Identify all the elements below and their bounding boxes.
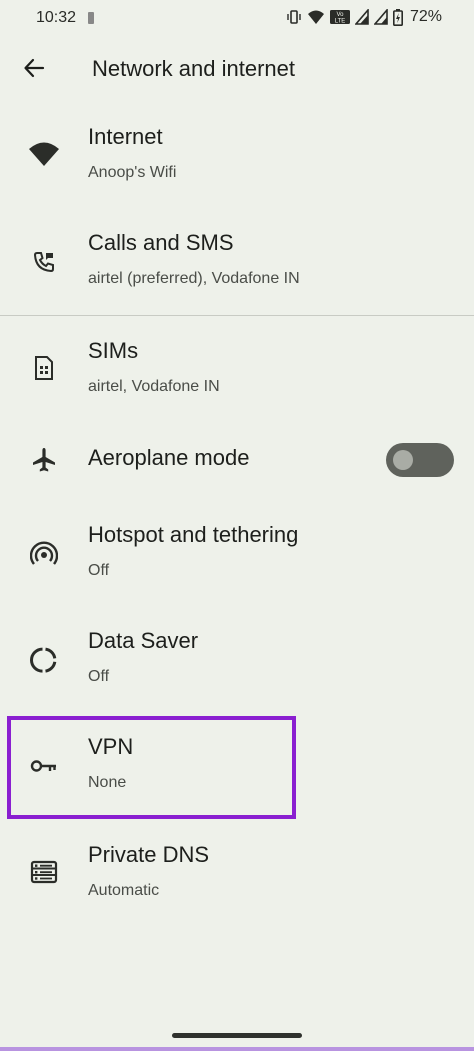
list-item-title: Aeroplane mode — [88, 445, 250, 470]
list-item-subtitle: Off — [88, 562, 110, 579]
status-icons: Vo LTE 72% — [286, 8, 442, 26]
list-item-title: Calls and SMS — [88, 230, 234, 255]
svg-text:Vo: Vo — [336, 12, 344, 18]
list-item-title: Data Saver — [88, 628, 199, 653]
list-item-subtitle: Off — [88, 668, 110, 685]
list-item-subtitle: airtel (preferred), Vodafone IN — [88, 270, 300, 287]
hotspot-icon — [26, 536, 62, 572]
list-item-calls-sms[interactable]: Calls and SMS airtel (preferred), Vodafo… — [0, 222, 474, 312]
signal-icon — [354, 9, 369, 25]
section-divider — [0, 315, 474, 316]
status-bar: 10:32 Vo LTE 72% — [0, 0, 474, 36]
list-item-data-saver[interactable]: Data Saver Off — [0, 620, 474, 710]
list-item-title: Hotspot and tethering — [88, 522, 299, 547]
battery-charging-icon — [392, 8, 403, 26]
status-time: 10:32 — [36, 9, 77, 26]
list-item-subtitle: airtel, Vodafone IN — [88, 378, 220, 395]
call-sms-icon — [26, 244, 62, 280]
data-saver-icon — [26, 642, 62, 678]
dns-icon — [26, 854, 62, 890]
volte-icon: Vo LTE — [329, 9, 350, 25]
sim-card-icon — [26, 350, 62, 386]
list-item-title: Internet — [88, 124, 163, 149]
notification-icon — [88, 12, 94, 24]
list-item-private-dns[interactable]: Private DNS Automatic — [0, 834, 474, 924]
aeroplane-mode-toggle[interactable] — [386, 443, 454, 477]
list-item-subtitle: Anoop's Wifi — [88, 164, 177, 181]
wifi-icon — [307, 9, 325, 25]
signal-icon-2 — [373, 9, 388, 25]
svg-text:LTE: LTE — [335, 19, 346, 25]
arrow-back-icon — [23, 57, 45, 84]
list-item-internet[interactable]: Internet Anoop's Wifi — [0, 116, 474, 212]
list-item-title: Private DNS — [88, 842, 210, 867]
list-item-sims[interactable]: SIMs airtel, Vodafone IN — [0, 330, 474, 420]
page-title: Network and internet — [92, 56, 295, 81]
list-item-title: SIMs — [88, 338, 139, 363]
battery-percent: 72% — [409, 8, 442, 25]
airplane-icon — [26, 442, 62, 478]
back-button[interactable] — [16, 52, 52, 88]
list-item-subtitle: Automatic — [88, 882, 160, 899]
toggle-knob — [393, 450, 413, 470]
wifi-icon — [26, 136, 62, 172]
list-item-hotspot[interactable]: Hotspot and tethering Off — [0, 514, 474, 604]
app-bar: Network and internet — [0, 44, 474, 92]
vpn-highlight-box — [7, 716, 296, 819]
gesture-nav-handle[interactable] — [172, 1033, 302, 1038]
vibrate-icon — [286, 9, 302, 25]
bottom-border — [0, 1047, 474, 1051]
